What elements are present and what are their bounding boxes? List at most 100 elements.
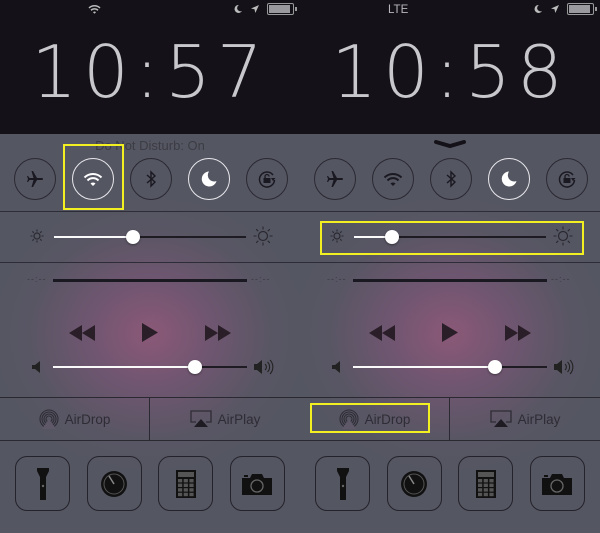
- volume-high-icon: [254, 359, 274, 375]
- play-icon[interactable]: [142, 323, 158, 342]
- status-icons: [533, 3, 597, 15]
- brightness-low-icon: [30, 229, 44, 243]
- elapsed-time: --:--: [27, 274, 47, 284]
- airplay-button[interactable]: AirPlay: [450, 398, 600, 440]
- bluetooth-toggle[interactable]: [430, 158, 472, 200]
- do-not-disturb-toggle[interactable]: [488, 158, 530, 200]
- lock-screen-top: 10:57: [0, 0, 300, 134]
- airdrop-icon: [39, 409, 59, 429]
- network-indicator: LTE: [388, 4, 409, 16]
- camera-icon: [242, 473, 273, 495]
- airdrop-button[interactable]: AirDrop: [0, 398, 149, 440]
- control-center: --:-- --:-- AirDrop AirPlay: [300, 134, 600, 533]
- control-center-after: LTE 10:58 --:-- --:-- AirDrop AirPlay: [300, 0, 600, 533]
- airplay-label: AirPlay: [217, 411, 261, 427]
- airdrop-label: AirDrop: [64, 411, 111, 427]
- status-bar: [0, 0, 300, 22]
- flashlight-button[interactable]: [15, 456, 70, 511]
- rewind-icon[interactable]: [69, 325, 95, 341]
- brightness-thumb[interactable]: [125, 230, 140, 244]
- flashlight-button[interactable]: [315, 456, 370, 511]
- brightness-slider[interactable]: [0, 224, 300, 254]
- rewind-icon[interactable]: [369, 325, 395, 341]
- clock: 10:57: [31, 30, 269, 114]
- volume-track[interactable]: [353, 360, 547, 374]
- brightness-high-icon: [253, 226, 273, 246]
- grabber-chevron-icon[interactable]: [434, 140, 466, 150]
- airplane-toggle[interactable]: [14, 158, 56, 200]
- airplay-button[interactable]: AirPlay: [150, 398, 300, 440]
- rotation-lock-toggle[interactable]: [546, 158, 588, 200]
- toggle-row: [314, 158, 588, 200]
- quick-launch-row: [315, 456, 585, 511]
- volume-thumb[interactable]: [487, 360, 502, 374]
- timer-icon: [401, 470, 428, 497]
- battery-icon: [567, 3, 597, 15]
- calculator-button[interactable]: [158, 456, 214, 511]
- airplane-toggle[interactable]: [314, 158, 356, 200]
- timer-button[interactable]: [386, 456, 442, 511]
- brightness-fill: [54, 236, 133, 238]
- camera-button[interactable]: [229, 456, 285, 511]
- battery-icon: [267, 3, 297, 15]
- calculator-button[interactable]: [458, 456, 514, 511]
- rotation-lock-icon: [258, 171, 276, 188]
- rotation-lock-icon: [558, 171, 576, 188]
- flashlight-icon: [336, 467, 349, 500]
- volume-thumb[interactable]: [187, 360, 202, 374]
- divider: [0, 211, 300, 212]
- do-not-disturb-toggle[interactable]: [188, 158, 230, 200]
- divider: [300, 211, 600, 212]
- bluetooth-toggle[interactable]: [130, 158, 172, 200]
- control-center-before: 10:57 Do Not Disturb: On --:-- --:-- Air…: [0, 0, 300, 533]
- divider: [300, 262, 600, 263]
- toggle-row: [14, 158, 288, 200]
- brightness-track[interactable]: [54, 230, 246, 244]
- status-icons: [233, 3, 297, 15]
- network-indicator: [88, 4, 101, 17]
- location-arrow-icon: [551, 5, 559, 13]
- volume-low-icon: [32, 361, 40, 373]
- volume-slider[interactable]: [300, 354, 600, 384]
- elapsed-time: --:--: [327, 274, 347, 284]
- volume-fill: [53, 366, 195, 368]
- wifi-toggle[interactable]: [372, 158, 414, 200]
- fast-forward-icon[interactable]: [505, 325, 531, 341]
- rotation-lock-toggle[interactable]: [246, 158, 288, 200]
- highlight-box: [310, 403, 430, 433]
- do-not-disturb-icon: [501, 171, 517, 187]
- do-not-disturb-icon: [201, 171, 217, 187]
- scrubber[interactable]: [353, 279, 547, 282]
- airplay-label: AirPlay: [517, 411, 561, 427]
- volume-track[interactable]: [53, 360, 247, 374]
- lock-screen-top: LTE 10:58: [300, 0, 600, 134]
- scrubber[interactable]: [53, 279, 247, 282]
- quick-launch-row: [15, 456, 285, 511]
- wifi-status-icon: [88, 5, 101, 14]
- camera-button[interactable]: [529, 456, 585, 511]
- wifi-icon: [383, 172, 403, 186]
- location-arrow-icon: [251, 5, 259, 13]
- fast-forward-icon[interactable]: [205, 325, 231, 341]
- status-bar: LTE: [300, 0, 600, 22]
- media-controls: [0, 320, 300, 350]
- airplane-icon: [327, 171, 343, 187]
- bluetooth-icon: [146, 170, 157, 188]
- volume-high-icon: [554, 359, 574, 375]
- volume-slider[interactable]: [0, 354, 300, 384]
- volume-low-icon: [332, 361, 340, 373]
- play-icon[interactable]: [442, 323, 458, 342]
- clock: 10:58: [331, 30, 569, 114]
- airplay-icon: [189, 410, 212, 427]
- flashlight-icon: [36, 467, 49, 500]
- timer-button[interactable]: [86, 456, 142, 511]
- bluetooth-icon: [446, 170, 457, 188]
- dnd-banner: Do Not Disturb: On: [95, 138, 205, 153]
- calculator-icon: [175, 469, 196, 498]
- timer-icon: [101, 470, 128, 497]
- media-controls: [300, 320, 600, 350]
- moon-icon: [234, 4, 242, 13]
- share-row: AirDrop AirPlay: [0, 397, 300, 441]
- airplane-icon: [27, 171, 43, 187]
- camera-icon: [542, 473, 573, 495]
